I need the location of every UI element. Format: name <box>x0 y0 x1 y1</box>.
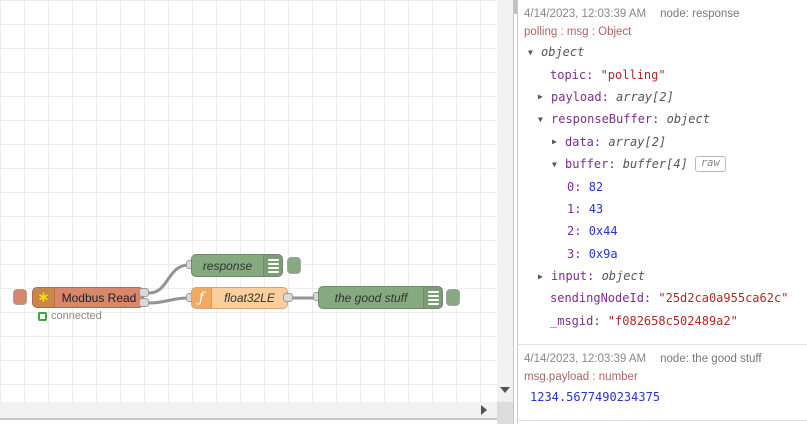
value-number: 0x9a <box>588 246 618 261</box>
object-key[interactable]: payload: <box>551 90 616 104</box>
debug-timestamp: 4/14/2023, 12:03:39 AM <box>524 7 647 20</box>
wire-modbus-to-function[interactable] <box>148 296 190 305</box>
debug-tree-row: 3: 0x9a <box>524 243 803 265</box>
debug-message-header: 4/14/2023, 12:03:39 AM node: the good stu… <box>524 350 803 367</box>
object-key[interactable]: 1: <box>567 202 589 216</box>
value-number: 1234.5677490234375 <box>530 390 661 405</box>
debug-bars-icon <box>263 255 282 276</box>
debug-tree-row: ▼ responseBuffer: object <box>524 108 803 130</box>
status-label: connected <box>51 310 102 322</box>
value-number: 82 <box>588 179 604 194</box>
scroll-down-arrow-icon[interactable] <box>500 387 510 393</box>
debug-message-list: 4/14/2023, 12:03:39 AM node: response poll… <box>518 0 807 422</box>
node-red-app: ✱ Modbus Read connected response ƒ float… <box>0 0 807 424</box>
value-string: "polling" <box>600 67 666 82</box>
debug-message: 4/14/2023, 12:03:39 AM node: response poll… <box>518 0 807 346</box>
response-debug-toggle-button[interactable] <box>287 257 301 274</box>
debug-tree-row: 1: 43 <box>524 198 803 220</box>
node-label: Modbus Read <box>61 290 137 305</box>
expand-arrow-icon[interactable]: ▶ <box>552 137 565 146</box>
collapse-arrow-icon[interactable]: ▼ <box>528 48 541 57</box>
object-key[interactable]: 3: <box>567 247 589 261</box>
debug-tree-row: ▶ payload: array[2] <box>524 86 803 108</box>
function-output-port[interactable] <box>283 293 293 302</box>
debug-tree-row: _msgid: "f082658c502489a2" <box>524 310 803 332</box>
debug-tree-row: 2: 0x44 <box>524 220 803 242</box>
node-label: the good stuff <box>334 290 408 305</box>
expand-arrow-icon[interactable]: ▶ <box>538 92 551 101</box>
raw-button[interactable]: raw <box>694 156 726 173</box>
debug-tree-row: ▶ input: object <box>524 265 803 287</box>
wire-modbus-to-response[interactable] <box>148 263 190 295</box>
object-key[interactable]: topic: <box>550 68 601 82</box>
object-key[interactable]: buffer: <box>565 157 623 171</box>
scroll-right-arrow-icon[interactable] <box>481 405 487 415</box>
value-string: "25d2ca0a955ca62c" <box>658 291 789 306</box>
modbus-output-port-2[interactable] <box>139 298 149 307</box>
collapse-arrow-icon[interactable]: ▼ <box>538 115 551 124</box>
sidebar-scrollbar-thumb[interactable] <box>514 0 517 14</box>
object-key[interactable]: 2: <box>567 224 589 238</box>
node-the-good-stuff[interactable]: the good stuff <box>318 286 443 309</box>
value-meta: object <box>601 269 645 284</box>
debug-source-node: node: response <box>660 7 740 20</box>
scrollbar-corner <box>497 402 513 424</box>
debug-sidebar[interactable]: 4/14/2023, 12:03:39 AM node: response poll… <box>518 0 807 424</box>
debug-timestamp: 4/14/2023, 12:03:39 AM <box>524 352 647 365</box>
expand-arrow-icon[interactable]: ▶ <box>538 272 551 281</box>
debug-tree-row: ▼ buffer: buffer[4] raw <box>524 153 803 175</box>
goodstuff-debug-toggle-button[interactable] <box>446 289 460 306</box>
wire-layer <box>148 263 316 305</box>
object-key[interactable]: _msgid: <box>550 314 608 328</box>
status-connected-icon <box>38 311 47 321</box>
collapse-arrow-icon[interactable]: ▼ <box>552 160 565 169</box>
canvas-horizontal-scrollbar[interactable] <box>0 402 497 418</box>
function-f-icon: ƒ <box>192 288 212 308</box>
modbus-flower-icon: ✱ <box>33 288 55 307</box>
node-modbus-read[interactable]: ✱ Modbus Read <box>32 287 144 308</box>
debug-tree-row: 0: 82 <box>524 175 803 197</box>
debug-tree-row: topic: "polling" <box>524 63 803 85</box>
value-number: 0x44 <box>588 224 618 239</box>
debug-bars-icon <box>423 287 442 308</box>
debug-tree-row: 1234.5677490234375 <box>524 386 803 408</box>
value-meta: array[2] <box>608 134 667 149</box>
modbus-output-port-1[interactable] <box>139 288 149 297</box>
debug-tree-row: sendingNodeId: "25d2ca0a955ca62c" <box>524 287 803 309</box>
value-string: "f082658c502489a2" <box>607 313 738 328</box>
node-label: response <box>202 258 253 273</box>
debug-tree-row: ▶ data: array[2] <box>524 131 803 153</box>
node-label: float32LE <box>224 291 275 305</box>
object-key[interactable]: sendingNodeId: <box>550 291 658 305</box>
node-response[interactable]: response <box>191 254 283 277</box>
object-key[interactable]: input: <box>551 269 602 283</box>
value-meta: buffer[4] <box>622 157 688 172</box>
debug-message-topic: polling : msg : Object <box>524 25 632 38</box>
node-float32le[interactable]: ƒ float32LE <box>191 287 288 309</box>
modbus-status: connected <box>38 310 102 322</box>
debug-message: 4/14/2023, 12:03:39 AM node: the good stu… <box>518 345 807 422</box>
flow-canvas[interactable]: ✱ Modbus Read connected response ƒ float… <box>0 0 497 402</box>
object-key[interactable]: responseBuffer: <box>551 112 667 126</box>
debug-message-topic: msg.payload : number <box>524 370 638 383</box>
workspace-bottom-border <box>0 418 497 420</box>
debug-source-node: node: the good stuff <box>660 352 762 365</box>
debug-tree-row: ▼ object <box>524 41 803 63</box>
canvas-vertical-scrollbar[interactable] <box>497 0 513 402</box>
debug-message-header: 4/14/2023, 12:03:39 AM node: response <box>524 5 803 22</box>
object-key[interactable]: 0: <box>567 180 589 194</box>
object-key[interactable]: data: <box>565 135 608 149</box>
object-type: object <box>541 45 585 60</box>
value-meta: object <box>666 112 710 127</box>
value-meta: array[2] <box>616 89 674 104</box>
modbus-node-button[interactable] <box>13 289 27 305</box>
value-number: 43 <box>588 201 604 216</box>
